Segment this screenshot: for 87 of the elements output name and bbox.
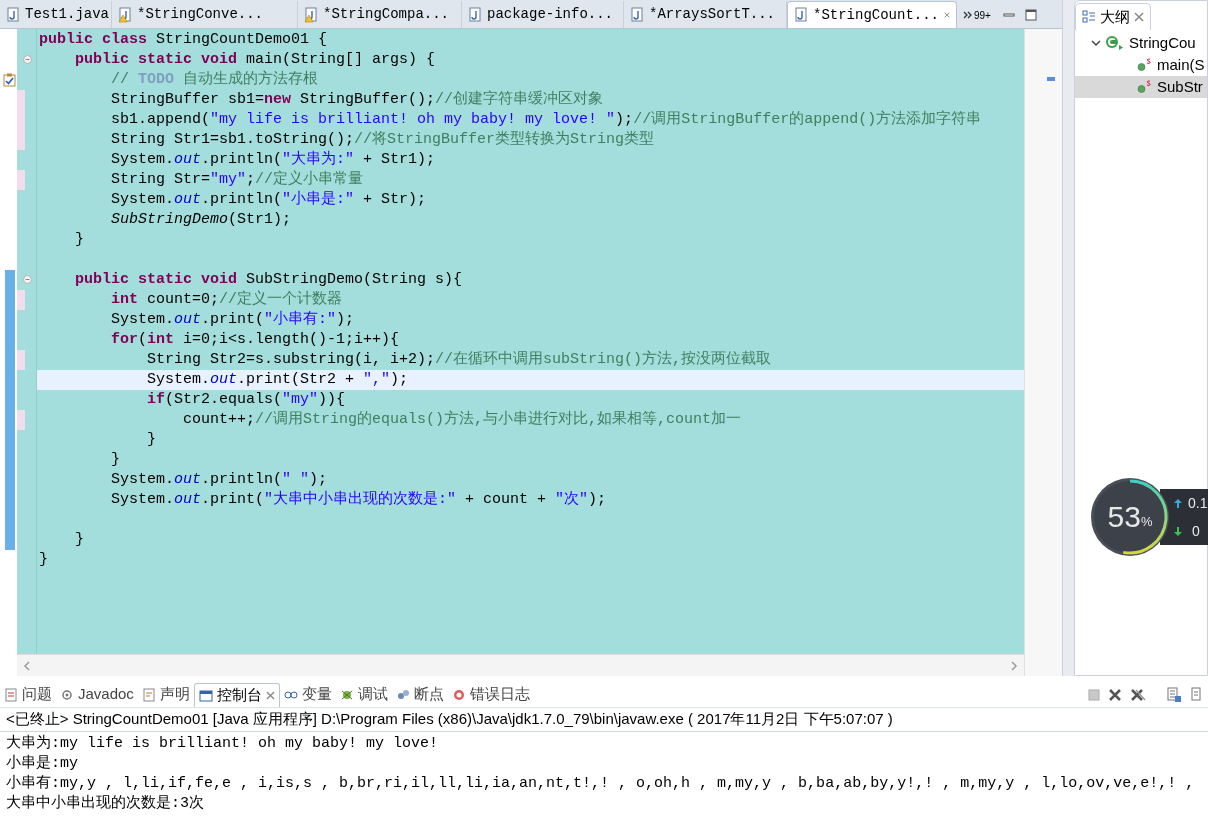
code-line: int count=0;//定义一个计数器 (111, 289, 343, 310)
code-line: System.out.println("大串为:" + Str1); (111, 149, 436, 170)
view-icon (141, 687, 156, 702)
outline-title: 大纲 (1100, 6, 1130, 27)
scroll-right-icon[interactable] (1010, 660, 1018, 671)
code-line: } (111, 449, 120, 470)
console-tab[interactable]: 变量 (279, 682, 336, 707)
console-output-line: 大串中小串出现的次数是:3次 (6, 794, 205, 814)
static-method-icon (1137, 57, 1153, 73)
code-line: StringBuffer sb1=new StringBuffer();//创建字符串缓冲区对象 (111, 89, 604, 110)
console-output-line: 小串是:my (6, 754, 79, 774)
code-line: System.out.print("小串有:"); (111, 309, 355, 330)
code-line: public class StringCountDemo01 { (39, 29, 328, 50)
file-warning-icon (118, 6, 132, 23)
code-line: System.out.print("大串中小串出现的次数是:" + count + "次"); (111, 489, 607, 510)
outline-icon (1082, 10, 1096, 24)
remove-icon[interactable] (1108, 687, 1122, 702)
meter-percent: 53 (1107, 502, 1141, 532)
file-icon (630, 6, 644, 23)
document-icon[interactable] (1166, 686, 1182, 703)
code-line: } (147, 429, 156, 450)
code-line: } (39, 549, 48, 570)
maximize-icon[interactable] (1024, 8, 1037, 21)
close-icon[interactable] (1134, 12, 1144, 22)
meter-unit: % (1140, 513, 1153, 531)
console-tab[interactable]: 断点 (391, 682, 448, 707)
remove-all-icon[interactable] (1130, 687, 1146, 702)
console-tab[interactable]: 调试 (335, 682, 392, 707)
outline-item[interactable]: main(S (1075, 54, 1207, 76)
console-tab[interactable]: 控制台 (193, 683, 280, 707)
console-output-line: 大串为:my life is brilliant! oh my baby! my love! (6, 734, 440, 754)
console-output-line: 小串有:my,y , l,li,if,fe,e , i,is,s , b,br,ri,il,ll,li,ia,an,nt,t!,! , o,oh,h , m,my,y , b,ba,ab,by,y!,! , m,my,y , l,lo,ov,ve,e!,! , (6, 774, 1196, 794)
outline-item[interactable]: SubStr (1075, 76, 1207, 98)
collapse-icon[interactable] (23, 55, 32, 64)
outline-item[interactable]: StringCou (1075, 32, 1207, 54)
code-line: } (75, 529, 84, 550)
editor-tab[interactable]: *ArraysSortT... (624, 1, 787, 28)
static-method-icon (1137, 79, 1153, 95)
chevrons-icon (963, 9, 973, 20)
scroll-left-icon[interactable] (23, 660, 31, 671)
file-icon (6, 6, 20, 23)
download-rate: 0 (1192, 521, 1200, 541)
console-tab[interactable]: 声明 (137, 682, 194, 707)
editor-tab[interactable]: Test1.java (0, 1, 112, 28)
code-line: System.out.println(" "); (111, 469, 328, 490)
tab-overflow-button[interactable]: 99+ (957, 1, 997, 28)
code-line: // TODO 自动生成的方法存根 (111, 69, 319, 90)
file-warning-icon (304, 6, 318, 23)
horizontal-scrollbar[interactable] (17, 654, 1024, 676)
outline-tab[interactable]: 大纲 (1075, 3, 1151, 30)
file-icon (794, 7, 808, 23)
console-tab[interactable]: 问题 (0, 682, 56, 707)
editor-tab[interactable]: *StringCount... (787, 1, 957, 28)
code-line: public static void SubStringDemo(String s){ (75, 269, 463, 290)
view-icon (451, 687, 466, 702)
stop-icon[interactable] (1088, 688, 1100, 701)
class-icon (1105, 35, 1125, 51)
close-icon[interactable] (265, 691, 275, 700)
editor-tab[interactable]: package-info... (462, 1, 624, 28)
code-line: public static void main(String[] args) { (75, 49, 436, 70)
code-line: System.out.print(Str2 + ","); (147, 369, 409, 390)
collapse-icon[interactable] (23, 275, 32, 284)
upload-arrow-icon (1174, 498, 1182, 508)
code-line: System.out.println("小串是:" + Str); (111, 189, 427, 210)
console-tab[interactable]: Javadoc (56, 682, 138, 707)
code-line: SubStringDemo(Str1); (111, 209, 292, 230)
file-icon (468, 6, 482, 23)
console-tab[interactable]: 错误日志 (447, 682, 534, 707)
editor-tab[interactable]: *StringCompa... (298, 1, 462, 28)
code-line: for(int i=0;i<s.length()-1;i++){ (111, 329, 400, 350)
code-line: String Str1=sb1.toString();//将StringBuffer类型转换为String类型 (111, 129, 655, 150)
code-line: String Str2=s.substring(i, i+2);//在循环中调用subString()方法,按没两位截取 (147, 349, 772, 370)
code-line: count++;//调用String的equals()方法,与小串进行对比,如果相等,count加一 (183, 409, 742, 430)
view-icon (60, 687, 74, 702)
view-icon (198, 688, 213, 703)
download-arrow-icon (1174, 526, 1182, 536)
view-icon (4, 687, 18, 702)
editor-tab[interactable]: *StringConve... (112, 1, 298, 28)
close-icon[interactable] (944, 10, 950, 20)
code-line: } (75, 229, 84, 250)
code-line: String Str="my";//定义小串常量 (111, 169, 364, 190)
console-header: <已终止> StringCountDemo01 [Java 应用程序] D:\Program Files (x86)\Java\jdk1.7.0_79\bin\javaw.exe ( 2017年11月2日 下午5:07:07 ) (0, 708, 1208, 732)
code-line: sb1.append("my life is brilliant! oh my baby! my love! ");//调用StringBuffer的append()方法添加字符串 (111, 109, 982, 130)
expanded-icon[interactable] (1091, 39, 1101, 47)
upload-rate: 0.1 (1188, 493, 1208, 513)
view-icon (395, 687, 410, 702)
code-line: if(Str2.equals("my")){ (147, 389, 346, 410)
